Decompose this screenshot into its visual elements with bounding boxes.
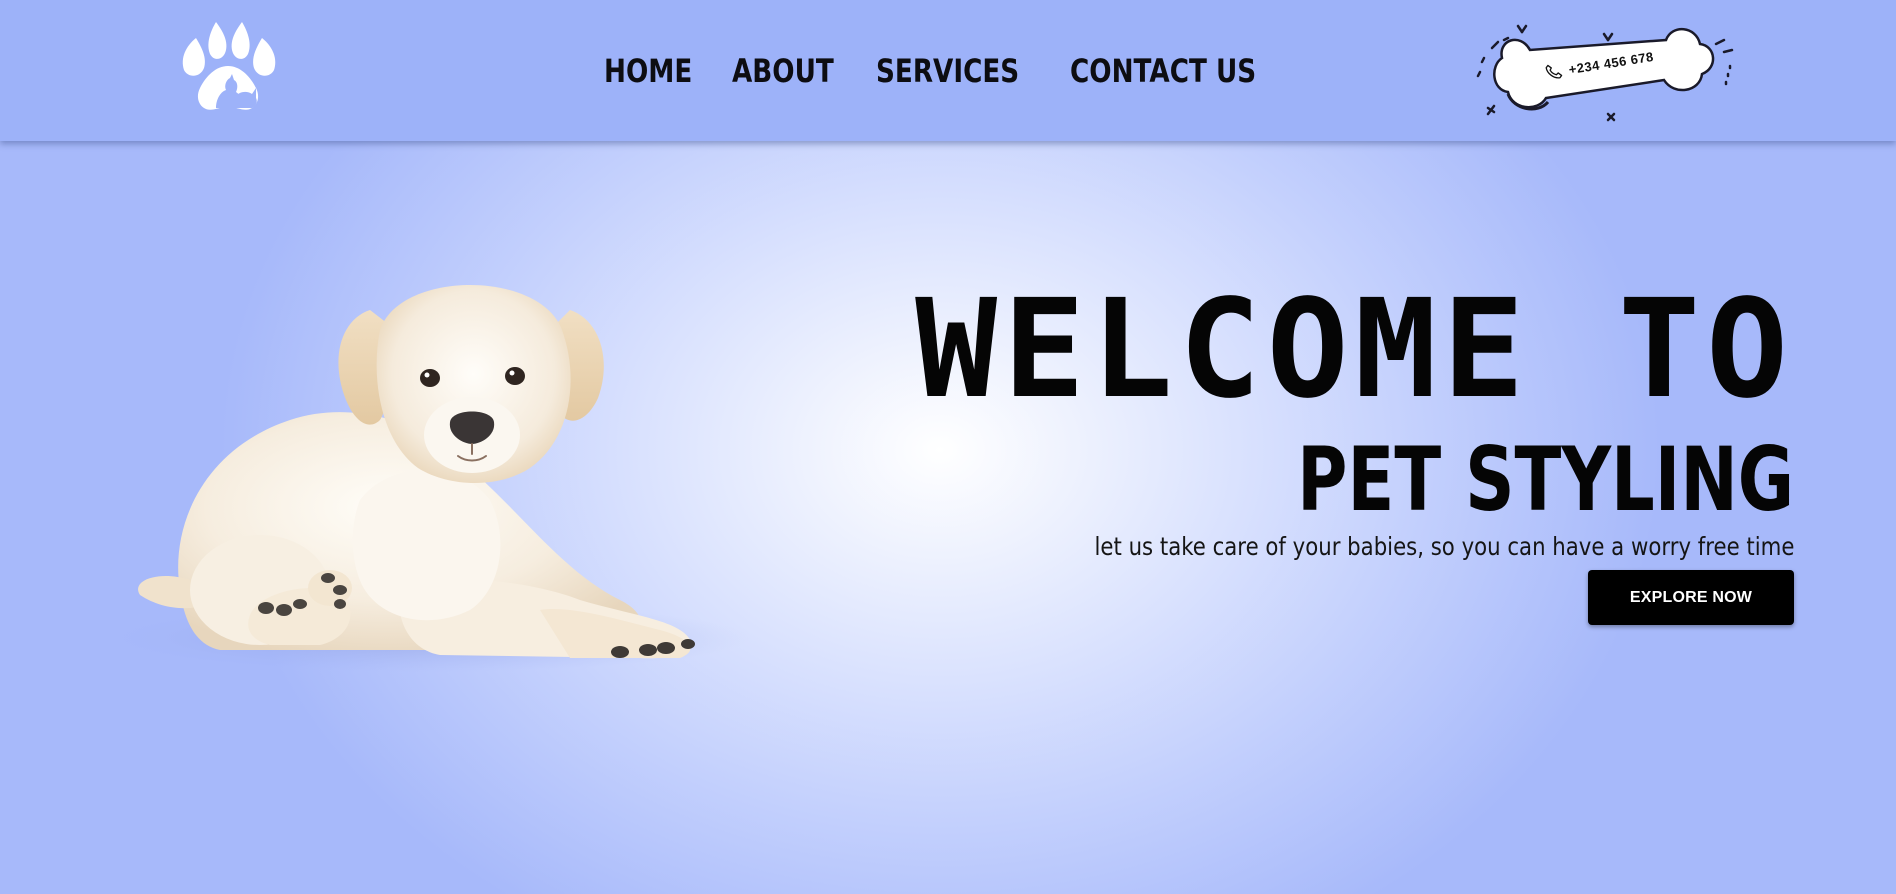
paw-logo-icon[interactable]	[172, 20, 284, 116]
main-nav: HOME ABOUT SERVICES CONTACT US	[604, 46, 1284, 96]
hero-tagline: let us take care of your babies, so you …	[1094, 532, 1794, 561]
nav-services-link[interactable]: SERVICES	[876, 52, 1019, 90]
hero-subtitle: PET STYLING	[1297, 428, 1794, 531]
phone-icon	[1545, 64, 1563, 79]
explore-now-button[interactable]: EXPLORE NOW	[1588, 570, 1794, 625]
nav-contact-us-link[interactable]: CONTACT US	[1070, 52, 1256, 90]
nav-home-link[interactable]: HOME	[604, 52, 692, 90]
navbar: HOME ABOUT SERVICES CONTACT US +234 456 …	[0, 0, 1896, 141]
puppy-image	[100, 250, 770, 680]
nav-about-link[interactable]: ABOUT	[732, 52, 834, 90]
hero-title: WELCOME TO	[915, 271, 1794, 429]
